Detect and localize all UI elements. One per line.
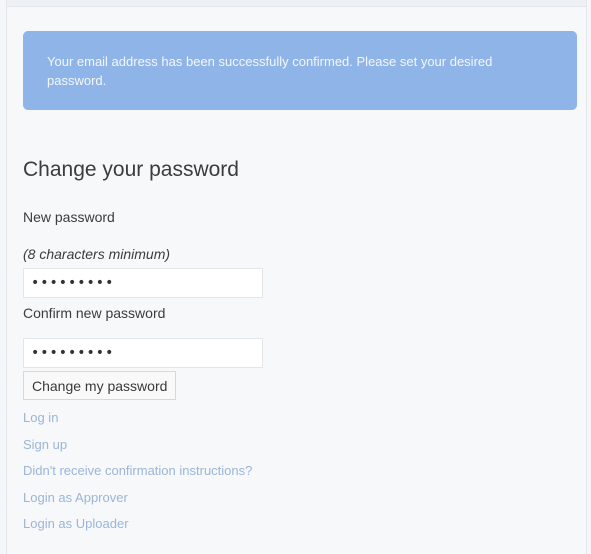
top-bar [7, 0, 586, 7]
confirmation-instructions-link[interactable]: Didn't receive confirmation instructions… [23, 458, 252, 485]
auth-links: Log in Sign up Didn't receive confirmati… [23, 405, 252, 538]
login-approver-link[interactable]: Login as Approver [23, 485, 252, 512]
page-container: Your email address has been successfully… [6, 0, 587, 554]
log-in-link[interactable]: Log in [23, 405, 252, 432]
new-password-input[interactable] [23, 268, 263, 298]
confirm-password-label: Confirm new password [23, 305, 166, 321]
success-alert: Your email address has been successfully… [23, 31, 577, 110]
change-password-button[interactable]: Change my password [23, 371, 177, 400]
page-title: Change your password [23, 158, 239, 181]
password-length-hint: (8 characters minimum) [23, 246, 171, 262]
confirm-password-input[interactable] [23, 338, 263, 368]
alert-message: Your email address has been successfully… [47, 54, 493, 88]
login-uploader-link[interactable]: Login as Uploader [23, 511, 252, 538]
new-password-label: New password [23, 209, 115, 225]
sign-up-link[interactable]: Sign up [23, 432, 252, 459]
